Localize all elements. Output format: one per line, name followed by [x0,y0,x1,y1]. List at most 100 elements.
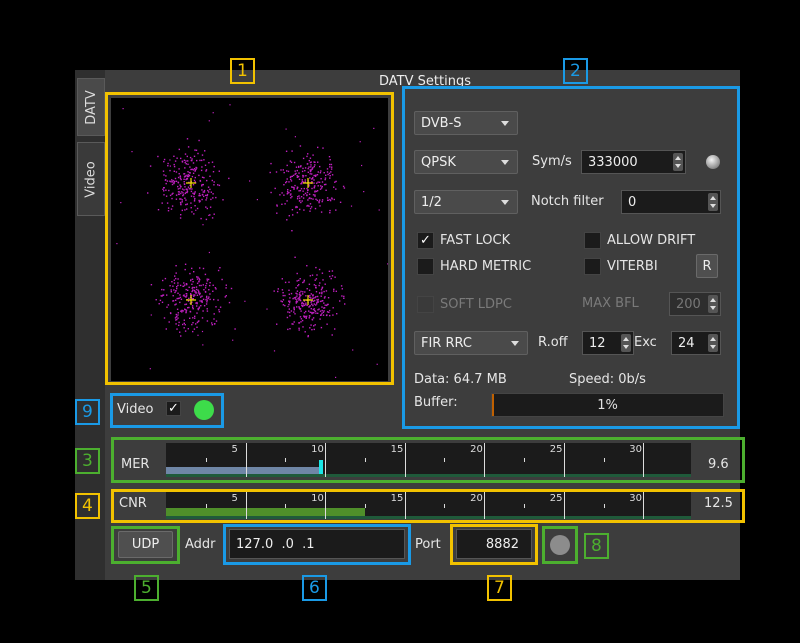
constellation-point [313,325,315,327]
constellation-point [178,191,181,193]
speed-readout: Speed: 0b/s [569,372,646,387]
udp-button[interactable]: UDP [118,531,173,558]
meter-minor-tick [364,458,366,462]
filter-dropdown[interactable]: FIR RRC [414,331,528,355]
constellation-point [194,199,196,201]
constellation-point [183,322,185,324]
constellation-point [188,306,190,309]
constellation-point [210,198,212,201]
constellation-point [186,189,188,191]
constellation-point [294,298,297,300]
spin-arrows-icon[interactable] [708,334,718,352]
constellation-point [311,303,313,306]
constellation-point [178,148,180,151]
constellation-point [326,323,328,325]
spin-arrows-icon[interactable] [708,193,718,211]
video-checkbox[interactable]: ✓ [166,401,181,416]
notch-filter-spinbox[interactable]: 0 [621,190,721,214]
constellation-point [316,182,318,184]
constellation-point [249,180,251,182]
constellation-point [312,154,314,156]
constellation-point [326,197,329,199]
constellation-point [325,290,328,292]
viterbi-checkbox[interactable]: VITERBI [584,258,658,275]
allow-drift-checkbox[interactable]: ALLOW DRIFT [584,232,695,249]
constellation-point [329,275,331,278]
udp-port-input[interactable]: 8882 [456,529,532,559]
constellation-point [196,305,198,307]
roff-spinbox[interactable]: 12 [582,331,634,355]
constellation-point [188,286,190,288]
constellation-point [198,277,200,280]
constellation-point [275,171,278,173]
constellation-point [310,324,312,326]
constellation-point [324,177,327,179]
standard-dropdown[interactable]: DVB-S [414,111,518,135]
spin-arrows-icon[interactable] [621,334,631,352]
constellation-point [194,317,196,319]
constellation-point [308,166,310,168]
constellation-point [314,195,316,197]
constellation-point [319,205,321,207]
addr-label: Addr [185,537,216,552]
constellation-point [328,270,331,272]
exc-spinbox[interactable]: 24 [671,331,721,355]
fast-lock-checkbox[interactable]: ✓ FAST LOCK [417,232,510,249]
constellation-point [321,272,324,274]
mer-meter: 5 10 15 20 25 30 [166,443,691,477]
constellation-point [170,181,172,183]
spin-arrows-icon[interactable] [673,153,683,171]
constellation-point [201,166,203,168]
symrate-dial-icon[interactable] [706,155,720,169]
constellation-point [303,281,305,283]
tab-video[interactable]: Video [77,142,105,216]
constellation-point [190,279,192,281]
constellation-point [193,168,196,170]
constellation-point [285,180,288,183]
constellation-point [312,194,315,196]
constellation-point [161,288,163,291]
constellation-point [318,292,321,294]
constellation-point [281,278,283,280]
modulation-dropdown[interactable]: QPSK [414,150,518,174]
reset-button[interactable]: R [696,254,718,278]
constellation-point [302,305,304,307]
constellation-point [173,279,175,281]
constellation-point [320,289,323,291]
constellation-point [162,294,164,296]
constellation-point [311,187,313,190]
constellation-point [296,272,298,275]
constellation-point [212,197,214,199]
meter-tick [643,492,645,519]
udp-address-input[interactable]: 127.0 .0 .1 [229,529,405,559]
constellation-point [169,180,171,182]
symrate-spinbox[interactable]: 333000 [581,150,686,174]
constellation-point [202,267,205,270]
constellation-point [298,178,301,180]
constellation-point [305,175,307,177]
constellation-point [183,294,185,296]
constellation-point [194,191,196,193]
constellation-point [192,317,194,319]
spin-arrows-icon[interactable] [708,295,718,313]
constellation-point [312,166,314,169]
buffer-label: Buffer: [414,395,458,410]
constellation-point [200,305,202,307]
constellation-point [202,310,204,312]
tab-datv[interactable]: DATV [77,78,105,136]
constellation-point [180,298,183,300]
constellation-point [306,187,308,190]
constellation-point [292,214,294,216]
constellation-point [309,294,311,297]
hard-metric-checkbox[interactable]: HARD METRIC [417,258,531,275]
max-bfl-spinbox[interactable]: 200 [669,292,721,316]
constellation-point [203,195,205,198]
soft-ldpc-checkbox[interactable]: SOFT LDPC [417,296,512,313]
constellation-point [172,300,175,302]
constellation-point [315,287,317,289]
constellation-point [205,303,208,305]
constellation-point [329,212,331,214]
constellation-point [302,291,304,293]
constellation-point [319,282,321,284]
fec-dropdown[interactable]: 1/2 [414,190,518,214]
